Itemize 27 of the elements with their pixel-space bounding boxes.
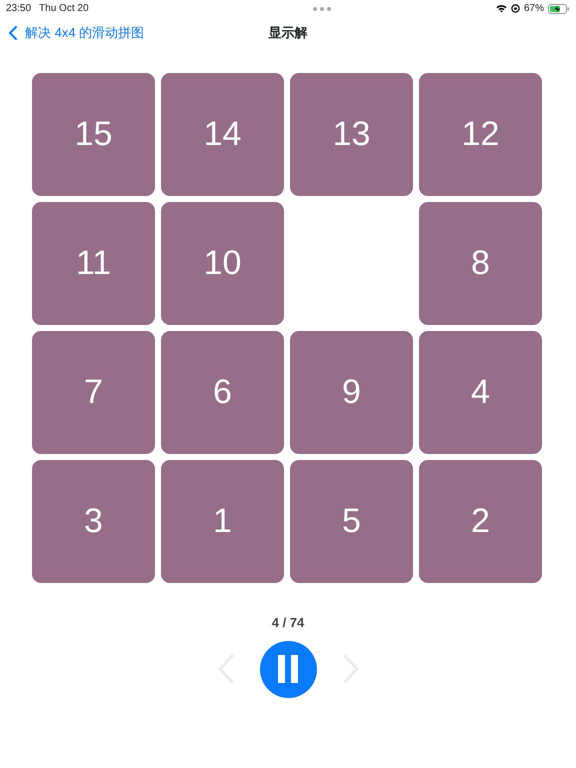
puzzle-tile[interactable]: 12	[419, 73, 542, 196]
puzzle-tile[interactable]: 14	[161, 73, 284, 196]
status-date: Thu Oct 20	[39, 2, 88, 16]
puzzle-tile[interactable]: 4	[419, 331, 542, 454]
step-counter: 4 / 74	[272, 615, 304, 630]
battery-percentage: 67%	[524, 2, 544, 16]
puzzle-tile[interactable]: 11	[32, 202, 155, 325]
puzzle-tile[interactable]: 10	[161, 202, 284, 325]
puzzle-tile[interactable]: 13	[290, 73, 413, 196]
page-title: 显示解	[268, 25, 308, 40]
puzzle-tile[interactable]: 5	[290, 460, 413, 583]
puzzle-tile[interactable]: 2	[419, 460, 542, 583]
puzzle-tile[interactable]: 3	[32, 460, 155, 583]
back-button[interactable]: 解决 4x4 的滑动拼图	[0, 23, 144, 43]
puzzle-tile[interactable]: 7	[32, 331, 155, 454]
puzzle-tile[interactable]: 9	[290, 331, 413, 454]
pause-icon	[276, 655, 300, 683]
wifi-icon	[496, 4, 507, 13]
status-time: 23:50	[6, 2, 32, 16]
puzzle-tile[interactable]: 8	[419, 202, 542, 325]
battery-charging-icon	[548, 4, 570, 14]
orientation-lock-icon	[510, 4, 520, 13]
puzzle-tile[interactable]: 1	[161, 460, 284, 583]
puzzle-tile[interactable]: 15	[32, 73, 155, 196]
multitasking-dots-icon[interactable]	[313, 6, 332, 10]
chevron-left-icon	[9, 26, 17, 40]
puzzle-tile[interactable]: 6	[161, 331, 284, 454]
